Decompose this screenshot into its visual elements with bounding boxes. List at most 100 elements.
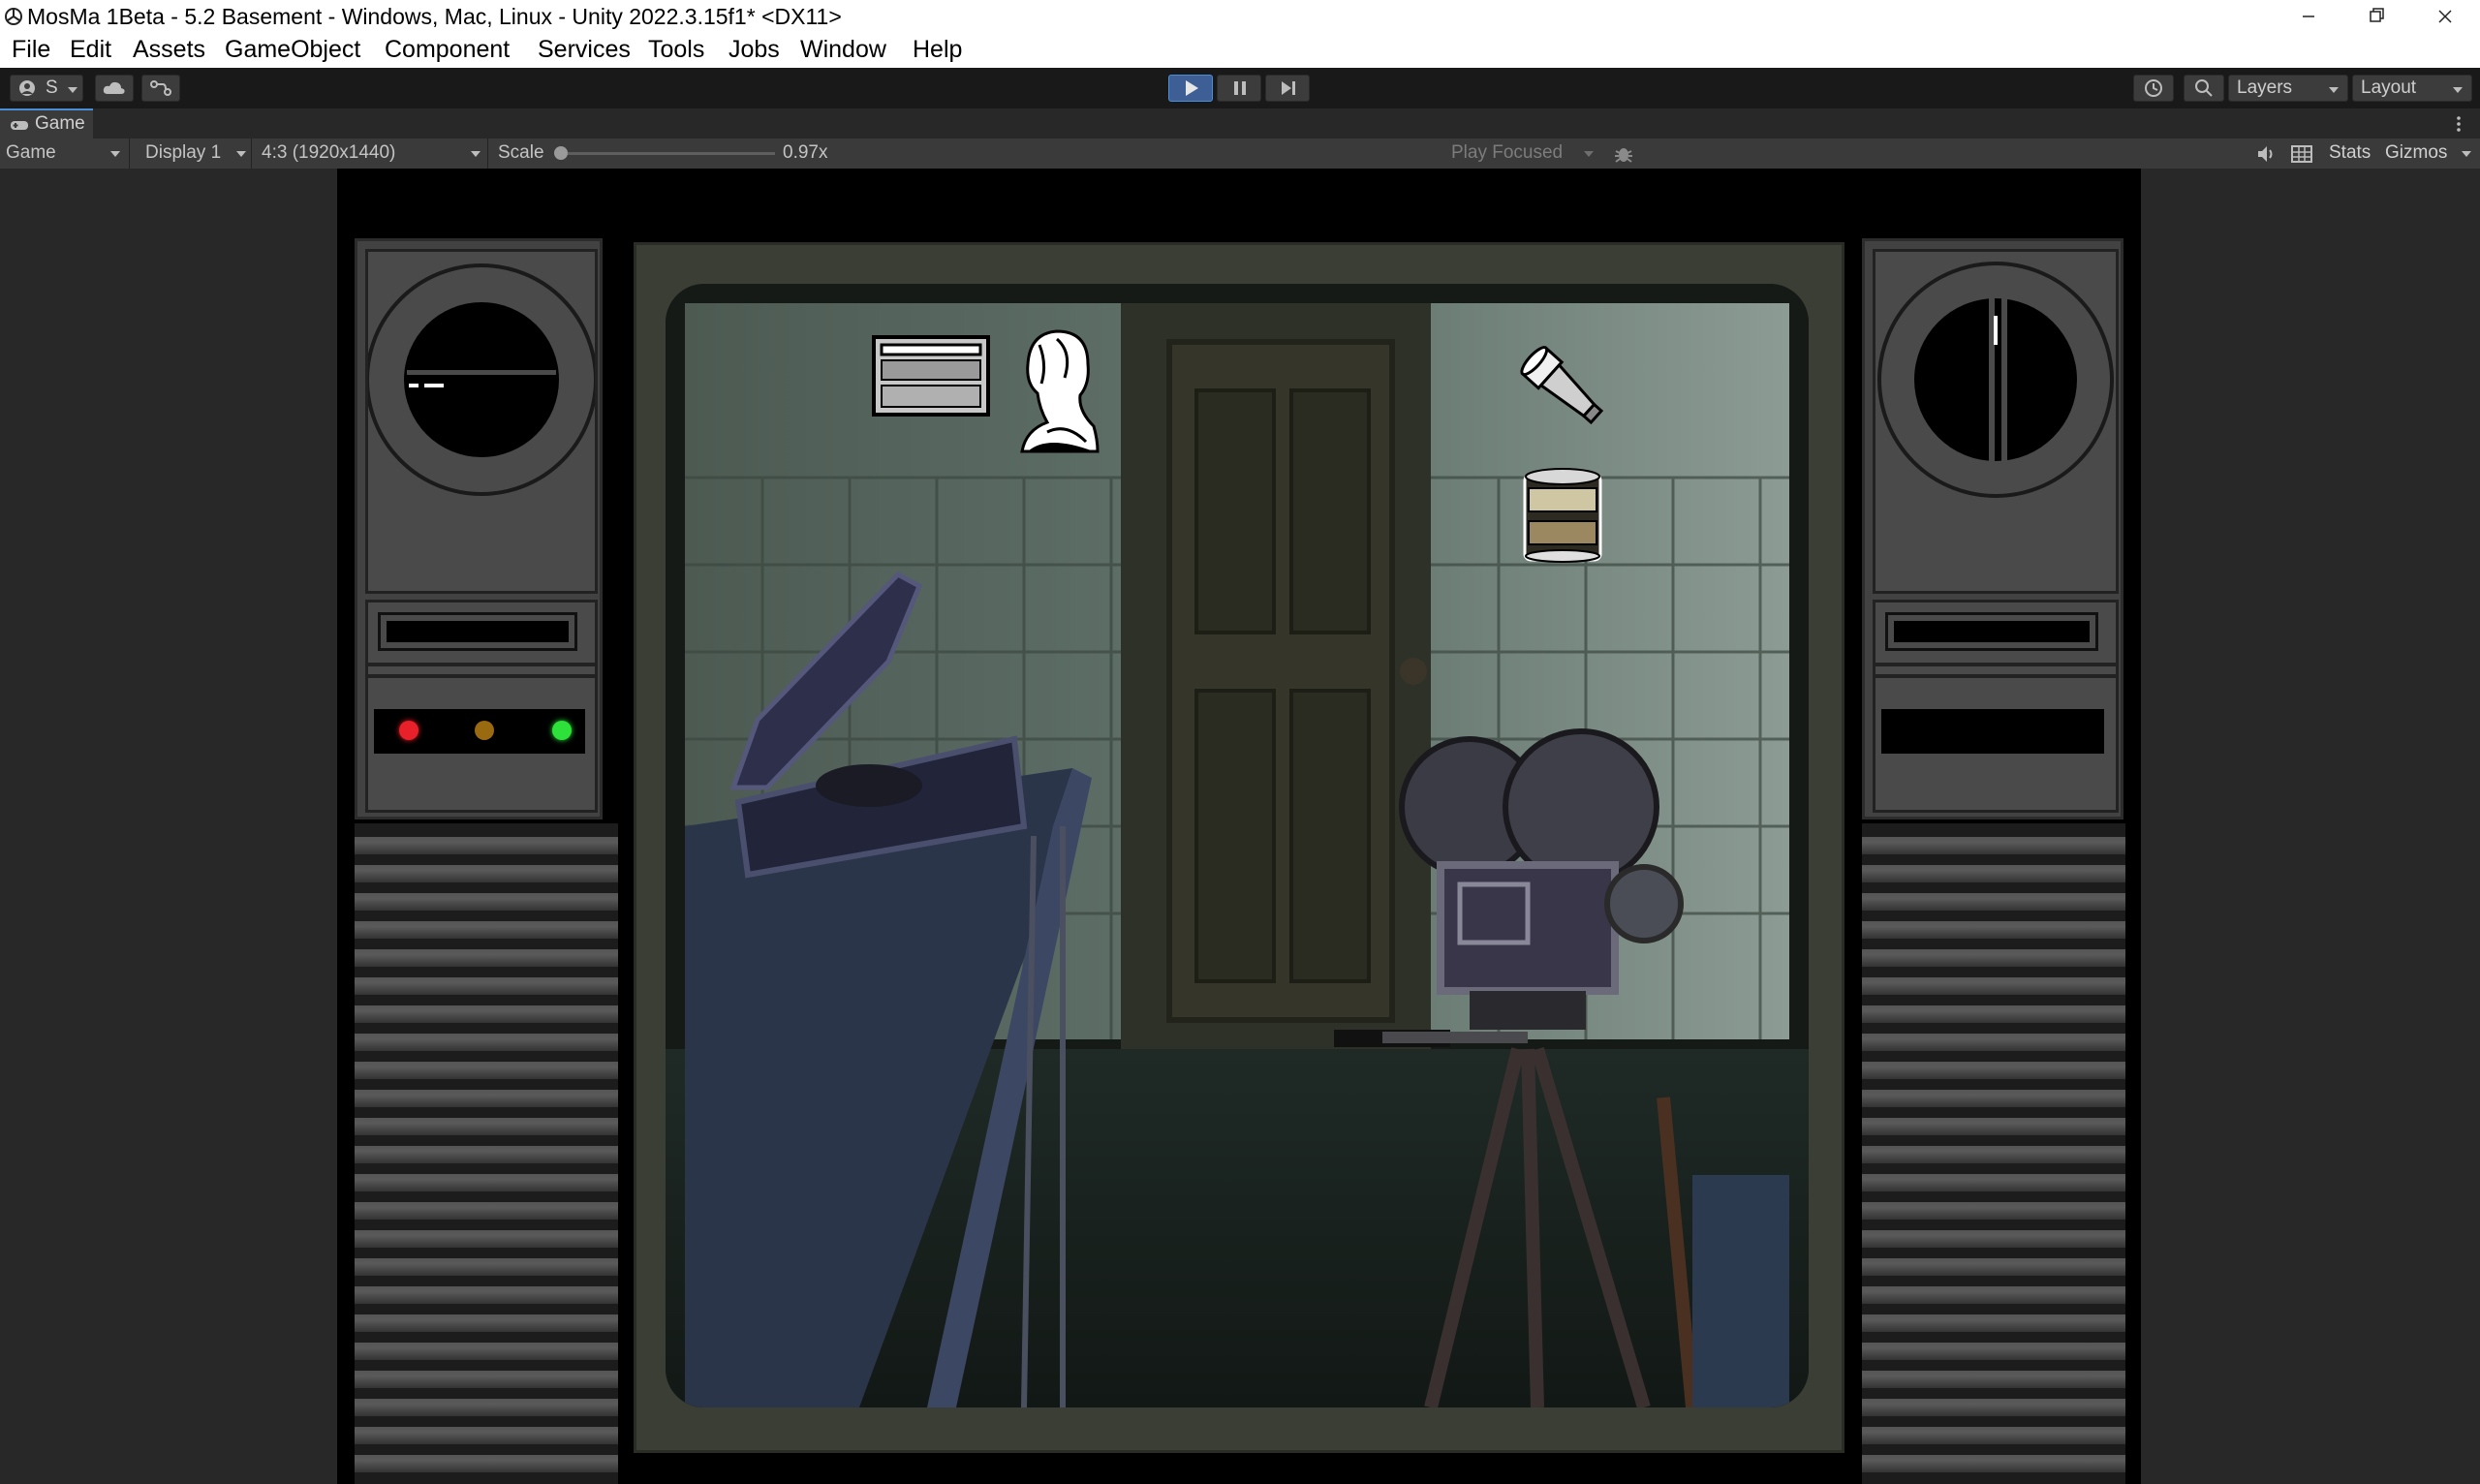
vent-slat	[1862, 1286, 2125, 1304]
vent-slat	[355, 1258, 618, 1276]
menu-edit[interactable]: Edit	[70, 35, 111, 64]
vent-slat	[1862, 1146, 2125, 1163]
menu-file[interactable]: File	[12, 35, 50, 64]
vent-slat	[1862, 1118, 2125, 1135]
menu-jobs[interactable]: Jobs	[728, 35, 780, 64]
right-meter-frame	[1873, 249, 2119, 594]
bug-icon[interactable]	[1612, 142, 1635, 166]
version-control-icon	[150, 80, 171, 96]
menu-tools[interactable]: Tools	[648, 35, 704, 64]
vent-slat	[1862, 921, 2125, 939]
vent-slat	[355, 1455, 618, 1472]
vent-slat	[1862, 1090, 2125, 1107]
vent-slat	[355, 1399, 618, 1416]
right-display-frame	[1885, 612, 2098, 651]
menu-assets[interactable]: Assets	[133, 35, 205, 64]
menu-gameobject[interactable]: GameObject	[225, 35, 360, 64]
more-options-icon[interactable]	[2455, 114, 2463, 134]
scale-value: 0.97x	[783, 142, 828, 163]
vent-slat	[355, 1146, 618, 1163]
chevron-down-icon	[68, 87, 78, 93]
vent-slat	[355, 1118, 618, 1135]
chevron-down-icon	[2453, 87, 2463, 93]
chevron-down-icon	[471, 151, 480, 157]
restore-button[interactable]	[2342, 0, 2410, 33]
left-display-screen	[387, 621, 569, 642]
vent-slat	[1862, 949, 2125, 967]
menu-help[interactable]: Help	[913, 35, 962, 64]
game-render[interactable]	[337, 169, 2141, 1484]
grid-icon[interactable]	[2290, 143, 2313, 165]
vent-slat	[355, 1034, 618, 1051]
pause-button[interactable]	[1217, 75, 1261, 102]
search-icon	[2195, 79, 2213, 97]
display-select-label: Display 1	[145, 142, 222, 163]
account-button[interactable]: S	[10, 75, 83, 102]
layout-dropdown[interactable]: Layout	[2352, 75, 2472, 102]
left-monitor-panel	[355, 238, 603, 819]
play-button[interactable]	[1168, 75, 1213, 102]
menu-component[interactable]: Component	[385, 35, 510, 64]
left-meter-frame	[365, 249, 598, 594]
bust-icon[interactable]	[1018, 325, 1100, 455]
cloud-icon	[103, 81, 125, 94]
minimize-button[interactable]	[2275, 0, 2342, 33]
play-focused-select[interactable]: Play Focused	[1442, 139, 1598, 169]
view-select[interactable]: Game	[0, 139, 130, 169]
menu-window[interactable]: Window	[800, 35, 886, 64]
speaker-icon[interactable]	[2255, 143, 2277, 165]
display-select[interactable]: Display 1	[136, 139, 252, 169]
basement-scene	[666, 284, 1809, 1407]
account-label: S	[46, 77, 58, 98]
view-select-label: Game	[6, 142, 56, 163]
close-button[interactable]	[2410, 0, 2478, 33]
vent-slat	[1862, 1034, 2125, 1051]
cloud-button[interactable]	[95, 75, 134, 102]
vent-slat	[1862, 1399, 2125, 1416]
vent-slat	[355, 1062, 618, 1079]
flashlight-inventory-icon[interactable]	[1504, 327, 1620, 442]
menu-services[interactable]: Services	[538, 35, 631, 64]
vent-slat	[355, 837, 618, 854]
right-monitor-panel	[1862, 238, 2124, 819]
right-display-screen	[1894, 621, 2090, 642]
main-toolbar: S Layers Layout	[0, 68, 2480, 108]
vent-slat	[355, 977, 618, 995]
vent-slat	[1862, 893, 2125, 911]
cassette-icon[interactable]	[872, 335, 990, 417]
gizmos-button[interactable]: Gizmos	[2385, 142, 2447, 164]
chevron-down-icon[interactable]	[2461, 149, 2472, 159]
tv-screen[interactable]	[666, 284, 1809, 1407]
scale-slider[interactable]	[554, 146, 775, 160]
scale-slider-handle[interactable]	[554, 146, 568, 160]
left-status-box	[365, 600, 598, 813]
tv-bezel	[634, 242, 1844, 1453]
vent-slat	[1862, 1371, 2125, 1388]
vent-slat	[355, 1371, 618, 1388]
step-button[interactable]	[1265, 75, 1310, 102]
right-indicator-strip	[1881, 709, 2104, 754]
vent-slat	[355, 1090, 618, 1107]
minimize-icon	[2303, 15, 2314, 17]
vent-slat	[1862, 837, 2125, 854]
vent-slat	[355, 1286, 618, 1304]
history-button[interactable]	[2133, 75, 2174, 102]
aspect-select[interactable]: 4:3 (1920x1440)	[256, 139, 488, 169]
amber-light-icon	[475, 721, 494, 740]
stats-button[interactable]: Stats	[2329, 142, 2371, 164]
search-button[interactable]	[2184, 75, 2224, 102]
tab-game[interactable]: Game	[0, 108, 93, 139]
layers-dropdown[interactable]: Layers	[2228, 75, 2348, 102]
vent-slat	[1862, 1427, 2125, 1444]
aspect-select-label: 4:3 (1920x1440)	[262, 142, 396, 163]
play-focused-label: Play Focused	[1451, 142, 1564, 163]
film-canister-icon[interactable]	[1521, 467, 1604, 564]
menu-bar: File Edit Assets GameObject Component Se…	[0, 33, 2480, 69]
version-control-button[interactable]	[141, 75, 180, 102]
left-display-frame	[378, 612, 577, 651]
step-icon	[1282, 81, 1295, 95]
vent-slat	[355, 1314, 618, 1332]
vent-slat	[355, 1427, 618, 1444]
scale-label: Scale	[498, 142, 544, 163]
indicator-light-strip	[374, 709, 585, 754]
